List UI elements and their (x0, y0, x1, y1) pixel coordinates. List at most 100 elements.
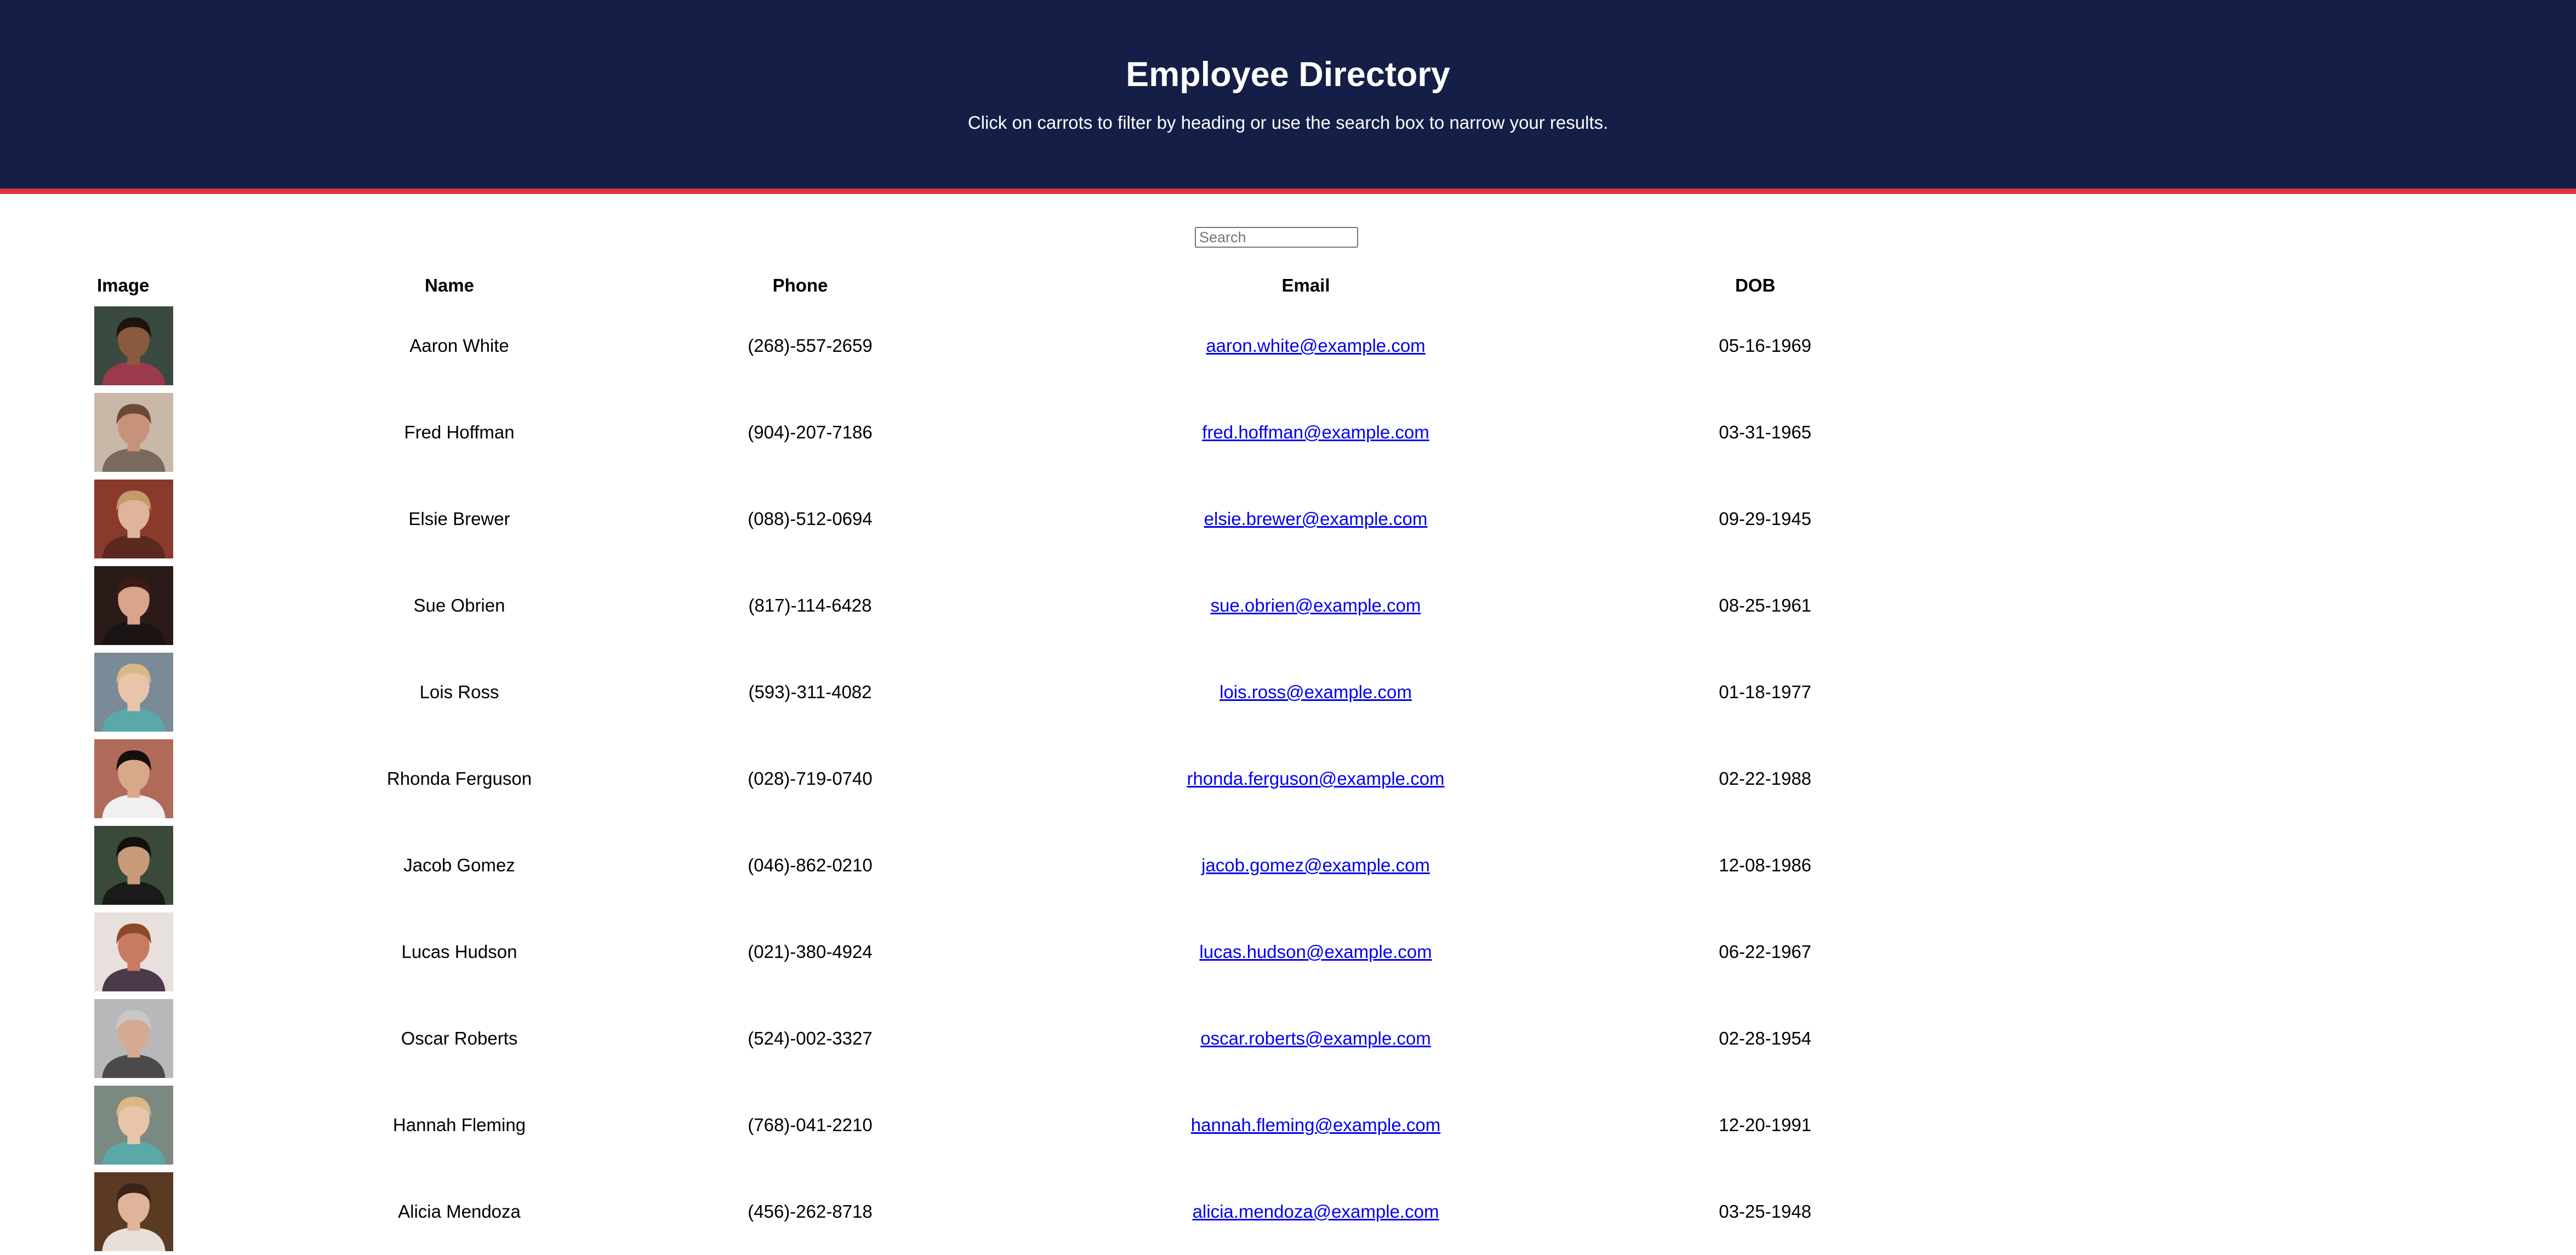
dob-cell: 02-22-1988 (1719, 768, 1811, 789)
email-cell: alicia.mendoza@example.com (966, 1168, 1666, 1255)
avatar (94, 826, 173, 905)
table-header: Image Name Phone Email DOB (92, 269, 1865, 303)
image-cell (92, 1168, 264, 1255)
table-row: Lois Ross (593)-311-4082 lois.ross@example… (92, 649, 1865, 735)
column-header-name[interactable]: Name (264, 269, 654, 303)
avatar (94, 393, 173, 472)
dob-cell: 05-16-1969 (1719, 335, 1811, 356)
table-row: Oscar Roberts (524)-002-3327 oscar.roberts… (92, 995, 1865, 1082)
email-link[interactable]: elsie.brewer@example.com (1204, 509, 1428, 529)
search-input[interactable] (1195, 227, 1358, 248)
name-cell: Hannah Fleming (392, 1115, 526, 1135)
table-body: Aaron White (268)-557-2659 aaron.white@exa… (92, 303, 1865, 1255)
image-cell (92, 303, 264, 389)
email-link[interactable]: lois.ross@example.com (1219, 682, 1412, 702)
email-cell: lois.ross@example.com (966, 649, 1666, 735)
table-row: Rhonda Ferguson (028)-719-0740 rhonda.ferg… (92, 735, 1865, 822)
table-row: Jacob Gomez (046)-862-0210 jacob.gomez@exa… (92, 822, 1865, 909)
email-cell: aaron.white@example.com (966, 303, 1666, 389)
table-row: Elsie Brewer (088)-512-0694 elsie.brewer@e… (92, 476, 1865, 562)
email-link[interactable]: alicia.mendoza@example.com (1193, 1201, 1439, 1222)
dob-cell: 01-18-1977 (1719, 682, 1811, 702)
email-cell: lucas.hudson@example.com (966, 909, 1666, 995)
dob-cell: 02-28-1954 (1719, 1028, 1811, 1048)
name-cell: Lucas Hudson (401, 942, 517, 962)
avatar (94, 480, 173, 558)
phone-cell: (021)-380-4924 (748, 942, 873, 962)
employee-table: Image Name Phone Email DOB Aaron White (2… (92, 269, 1865, 1255)
phone-cell: (088)-512-0694 (748, 509, 873, 529)
image-cell (92, 476, 264, 562)
image-cell (92, 649, 264, 735)
phone-cell: (046)-862-0210 (748, 855, 873, 875)
email-link[interactable]: rhonda.ferguson@example.com (1187, 768, 1444, 789)
avatar (94, 566, 173, 645)
image-cell (92, 822, 264, 909)
name-cell: Fred Hoffman (404, 422, 515, 442)
dob-cell: 12-08-1986 (1719, 855, 1811, 875)
dob-cell: 09-29-1945 (1719, 509, 1811, 529)
page-subtitle: Click on carrots to filter by heading or… (967, 112, 1609, 133)
avatar (94, 653, 173, 732)
phone-cell: (456)-262-8718 (748, 1201, 873, 1222)
dob-cell: 08-25-1961 (1719, 595, 1811, 615)
email-link[interactable]: hannah.fleming@example.com (1191, 1115, 1440, 1135)
table-row: Hannah Fleming (768)-041-2210 hannah.flemi… (92, 1082, 1865, 1168)
avatar (94, 739, 173, 818)
image-cell (92, 995, 264, 1082)
email-link[interactable]: lucas.hudson@example.com (1199, 942, 1432, 962)
email-link[interactable]: sue.obrien@example.com (1211, 595, 1421, 615)
table-row: Fred Hoffman (904)-207-7186 fred.hoffman@e… (92, 389, 1865, 476)
name-cell: Elsie Brewer (408, 509, 510, 529)
email-link[interactable]: fred.hoffman@example.com (1202, 422, 1429, 442)
name-cell: Jacob Gomez (403, 855, 515, 875)
column-header-dob[interactable]: DOB (1666, 269, 1865, 303)
phone-cell: (817)-114-6428 (748, 595, 872, 615)
email-link[interactable]: jacob.gomez@example.com (1201, 855, 1430, 875)
column-header-phone[interactable]: Phone (654, 269, 966, 303)
search-container (1195, 227, 1358, 248)
email-link[interactable]: aaron.white@example.com (1206, 335, 1425, 356)
dob-cell: 12-20-1991 (1719, 1115, 1811, 1135)
column-header-image[interactable]: Image (92, 269, 264, 303)
phone-cell: (768)-041-2210 (748, 1115, 873, 1135)
email-cell: oscar.roberts@example.com (966, 995, 1666, 1082)
email-cell: sue.obrien@example.com (966, 562, 1666, 649)
phone-cell: (904)-207-7186 (748, 422, 873, 442)
phone-cell: (593)-311-4082 (748, 682, 872, 702)
name-cell: Rhonda Ferguson (386, 768, 532, 789)
email-cell: rhonda.ferguson@example.com (966, 735, 1666, 822)
image-cell (92, 909, 264, 995)
column-header-email[interactable]: Email (966, 269, 1666, 303)
page-header: Employee Directory Click on carrots to f… (0, 0, 2576, 194)
phone-cell: (268)-557-2659 (748, 335, 873, 356)
phone-cell: (028)-719-0740 (748, 768, 873, 789)
dob-cell: 06-22-1967 (1719, 942, 1811, 962)
avatar (94, 306, 173, 385)
name-cell: Oscar Roberts (401, 1028, 518, 1048)
email-cell: hannah.fleming@example.com (966, 1082, 1666, 1168)
image-cell (92, 389, 264, 476)
image-cell (92, 735, 264, 822)
email-cell: jacob.gomez@example.com (966, 822, 1666, 909)
phone-cell: (524)-002-3327 (748, 1028, 873, 1048)
header-row: Image Name Phone Email DOB (92, 269, 1865, 303)
avatar (94, 1172, 173, 1251)
table-row: Aaron White (268)-557-2659 aaron.white@exa… (92, 303, 1865, 389)
image-cell (92, 562, 264, 649)
email-cell: elsie.brewer@example.com (966, 476, 1666, 562)
email-link[interactable]: oscar.roberts@example.com (1200, 1028, 1431, 1048)
dob-cell: 03-25-1948 (1719, 1201, 1811, 1222)
avatar (94, 1086, 173, 1165)
email-cell: fred.hoffman@example.com (966, 389, 1666, 476)
table-row: Sue Obrien (817)-114-6428 sue.obrien@examp… (92, 562, 1865, 649)
name-cell: Lois Ross (419, 682, 499, 702)
page-title: Employee Directory (1126, 55, 1450, 94)
name-cell: Aaron White (409, 335, 509, 356)
name-cell: Alicia Mendoza (398, 1201, 521, 1222)
avatar (94, 999, 173, 1078)
dob-cell: 03-31-1965 (1719, 422, 1811, 442)
name-cell: Sue Obrien (413, 595, 505, 615)
image-cell (92, 1082, 264, 1168)
table-row: Lucas Hudson (021)-380-4924 lucas.hudson@e… (92, 909, 1865, 995)
